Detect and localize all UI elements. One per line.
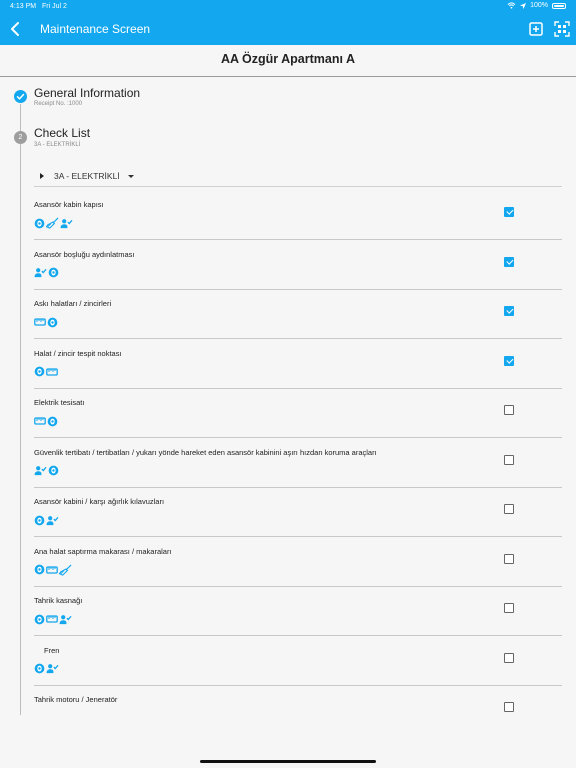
item-icons [34, 613, 72, 625]
item-checkbox[interactable] [504, 355, 514, 366]
checklist-item: Ana halat saptırma makarası / makaraları [34, 537, 562, 587]
back-chevron-icon[interactable] [6, 19, 26, 39]
item-checkbox[interactable] [504, 207, 514, 217]
checklist-item-label: Tahrik kasnağı [34, 596, 83, 605]
eye-icon[interactable] [48, 465, 59, 476]
eye-icon[interactable] [34, 564, 45, 575]
checklist-item-label: Fren [44, 645, 60, 655]
section-label: 3A - ELEKTRİKLİ [54, 171, 120, 181]
item-checkbox[interactable] [504, 504, 514, 514]
checklist-item: Asansör boşluğu aydınlatması [34, 240, 562, 290]
checklist-item-label: Elektrik tesisatı [34, 398, 85, 407]
expand-triangle-icon[interactable] [40, 173, 44, 179]
step-1-subtitle: Receipt No. :1000 [34, 101, 83, 107]
app-bar-title: Maintenance Screen [40, 22, 151, 36]
item-checkbox[interactable] [504, 405, 514, 415]
status-right: 100% [507, 2, 566, 9]
step-2-title[interactable]: Check List [34, 126, 90, 140]
ruler-icon[interactable] [34, 416, 46, 426]
item-icons [34, 217, 73, 229]
eye-icon[interactable] [48, 267, 59, 278]
item-checkbox[interactable] [504, 603, 514, 613]
item-checkbox[interactable] [504, 553, 514, 564]
home-indicator [200, 760, 376, 763]
checklist-item: Asansör kabin kapısı [34, 190, 562, 240]
checklist-item-label: Asansör kabin kapısı [34, 200, 104, 209]
qr-scan-icon[interactable] [553, 20, 571, 38]
ruler-icon[interactable] [46, 614, 58, 624]
eye-icon[interactable] [47, 416, 58, 427]
ruler-icon[interactable] [46, 565, 58, 575]
checklist-section-dropdown[interactable]: 3A - ELEKTRİKLİ [34, 166, 562, 187]
add-box-icon[interactable] [527, 20, 545, 38]
checklist-item-label: Güvenlik tertibatı / tertibatları / yuka… [34, 447, 377, 457]
item-icons [34, 663, 59, 675]
eye-icon[interactable] [34, 515, 45, 526]
checklist-item: Tahrik motoru / Jeneratör [34, 685, 562, 734]
battery-icon [552, 2, 566, 9]
item-icons [34, 465, 59, 477]
item-checkbox[interactable] [504, 256, 514, 267]
checklist-item-label: Asansör boşluğu aydınlatması [34, 249, 135, 259]
status-date: Fri Jul 2 [42, 3, 67, 10]
checklist-item-label: Askı halatları / zincirleri [34, 299, 112, 308]
item-checkbox[interactable] [504, 652, 514, 663]
checklist-item-label: Ana halat saptırma makarası / makaraları [34, 546, 172, 556]
person-check-icon[interactable] [46, 663, 59, 674]
item-checkbox[interactable] [504, 702, 514, 712]
ruler-icon[interactable] [46, 367, 58, 377]
eye-icon[interactable] [34, 218, 45, 229]
eye-icon[interactable] [34, 614, 45, 625]
eye-icon[interactable] [34, 366, 45, 377]
checklist-item: Elektrik tesisatı [34, 388, 562, 438]
person-check-icon[interactable] [59, 614, 72, 625]
step-2-number[interactable]: 2 [14, 131, 27, 144]
stepper-line [20, 104, 21, 715]
battery-percent: 100% [530, 2, 548, 9]
person-check-icon[interactable] [34, 465, 47, 476]
item-icons [34, 415, 58, 427]
eye-icon[interactable] [34, 663, 45, 674]
item-icons [34, 267, 59, 279]
item-icons [34, 514, 59, 526]
checklist-item: Asansör kabini / karşı ağırlık kılavuzla… [34, 487, 562, 537]
item-icons [34, 366, 58, 378]
eye-icon[interactable] [47, 317, 58, 328]
ruler-icon[interactable] [34, 317, 46, 327]
person-check-icon[interactable] [46, 515, 59, 526]
dropdown-arrow-icon[interactable] [128, 175, 134, 178]
app-bar: Maintenance Screen [0, 14, 576, 45]
checklist-item: Halat / zincir tespit noktası [34, 339, 562, 389]
step-1-title[interactable]: General Information [34, 86, 140, 100]
step-2-subtitle: 3A - ELEKTRİKLİ [34, 142, 81, 148]
status-time: 4:13 PM [10, 3, 37, 10]
step-1-check-icon[interactable] [14, 90, 27, 103]
item-checkbox[interactable] [504, 454, 514, 465]
location-arrow-icon [520, 2, 527, 9]
checklist-item: Fren [34, 636, 562, 686]
item-icons [34, 563, 72, 576]
checklist-item: Askı halatları / zincirleri [34, 289, 562, 339]
broom-icon[interactable] [59, 563, 72, 576]
checklist-item-label: Asansör kabini / karşı ağırlık kılavuzla… [34, 497, 165, 506]
person-check-icon[interactable] [34, 267, 47, 278]
checklist-item: Tahrik kasnağı [34, 586, 562, 636]
page-title: AA Özgür Apartmanı A [0, 45, 576, 77]
person-check-icon[interactable] [60, 218, 73, 229]
item-icons [34, 316, 58, 328]
broom-icon[interactable] [46, 217, 59, 229]
wifi-icon [507, 2, 516, 9]
item-checkbox[interactable] [504, 306, 514, 316]
checklist-item-label: Tahrik motoru / Jeneratör [34, 695, 118, 704]
checklist-item-label: Halat / zincir tespit noktası [34, 348, 122, 358]
status-bar: 4:13 PM Fri Jul 2 100% [0, 0, 576, 14]
checklist-item: Güvenlik tertibatı / tertibatları / yuka… [34, 438, 562, 488]
